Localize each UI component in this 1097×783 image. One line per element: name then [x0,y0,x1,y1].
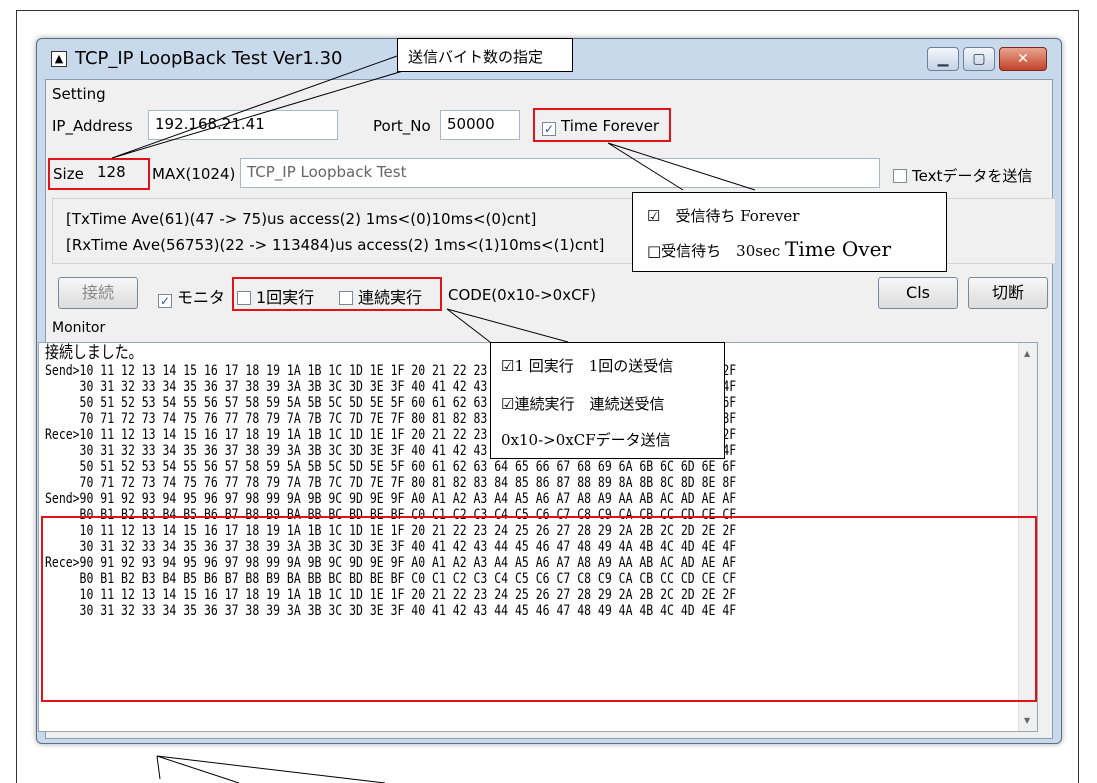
time-forever-highlight [533,108,671,142]
port-no-label: Port_No [373,117,431,135]
connect-button[interactable]: 接続 [58,277,138,309]
text-send-checkbox[interactable]: Textデータを送信 [893,165,1032,186]
size-note-text: 送信バイト数の指定 [408,48,544,66]
size-highlight [48,158,150,190]
monitor-line: Send>90 91 92 93 94 95 96 97 98 99 9A 9B… [45,491,737,507]
forever-note-line2: □受信待ち 30sec Time Over [647,237,891,261]
run-note-line2: ☑連続実行 連続送受信 [501,395,665,413]
run-note-line3: 0x10->0xCFデータ送信 [501,431,671,449]
close-icon[interactable]: ✕ [999,47,1047,71]
forever-note-line1: ☑ 受信待ち Forever [647,207,800,225]
minimize-icon[interactable]: ▁ [927,47,959,71]
loop-data-highlight [41,516,1037,702]
setting-group-label: Setting [52,85,106,103]
app-icon: ▲ [51,51,67,67]
text-data-input[interactable]: TCP_IP Loopback Test [240,158,880,188]
disconnect-button[interactable]: 切断 [968,277,1048,309]
tx-time-line: [TxTime Ave(61)(47 -> 75)us access(2) 1m… [66,210,537,228]
size-note-callout: 送信バイト数の指定 [397,38,573,72]
port-no-input[interactable]: 50000 [440,110,520,140]
code-range-label: CODE(0x10->0xCF) [448,286,597,304]
window-title: TCP_IP LoopBack Test Ver1.30 [75,48,343,69]
forever-note-line2-b: Time Over [785,237,892,261]
cls-button[interactable]: Cls [878,277,958,309]
ip-address-input[interactable]: 192.168.21.41 [148,110,338,140]
monitor-group-label: Monitor [52,320,106,336]
monitor-line: 50 51 52 53 54 55 56 57 58 59 5A 5B 5C 5… [45,459,737,475]
max-label: MAX(1024) [152,165,236,183]
monitor-line: 70 71 72 73 74 75 76 77 78 79 7A 7B 7C 7… [45,475,737,491]
scroll-down-icon[interactable]: ▼ [1024,716,1030,725]
monitor-label: モニタ [177,288,226,307]
forever-note-callout: ☑ 受信待ち Forever □受信待ち 30sec Time Over [632,192,947,272]
maximize-icon[interactable]: ▢ [963,47,995,71]
run-mode-note-callout: ☑1 回実行 1回の送受信 ☑連続実行 連続送受信 0x10->0xCFデータ送… [490,342,725,459]
text-send-label: Textデータを送信 [912,167,1033,185]
ip-address-label: IP_Address [52,117,133,135]
scroll-up-icon[interactable]: ▲ [1024,349,1030,358]
monitor-check-icon: ✓ [158,294,172,308]
run-note-line1: ☑1 回実行 1回の送受信 [501,357,674,375]
monitor-checkbox[interactable]: ✓ モニタ [158,284,225,308]
run-mode-highlight [232,277,442,311]
text-send-check-icon [893,169,907,183]
rx-time-line: [RxTime Ave(56753)(22 -> 113484)us acces… [66,236,605,254]
forever-note-line2-a: □受信待ち 30sec [647,242,786,260]
